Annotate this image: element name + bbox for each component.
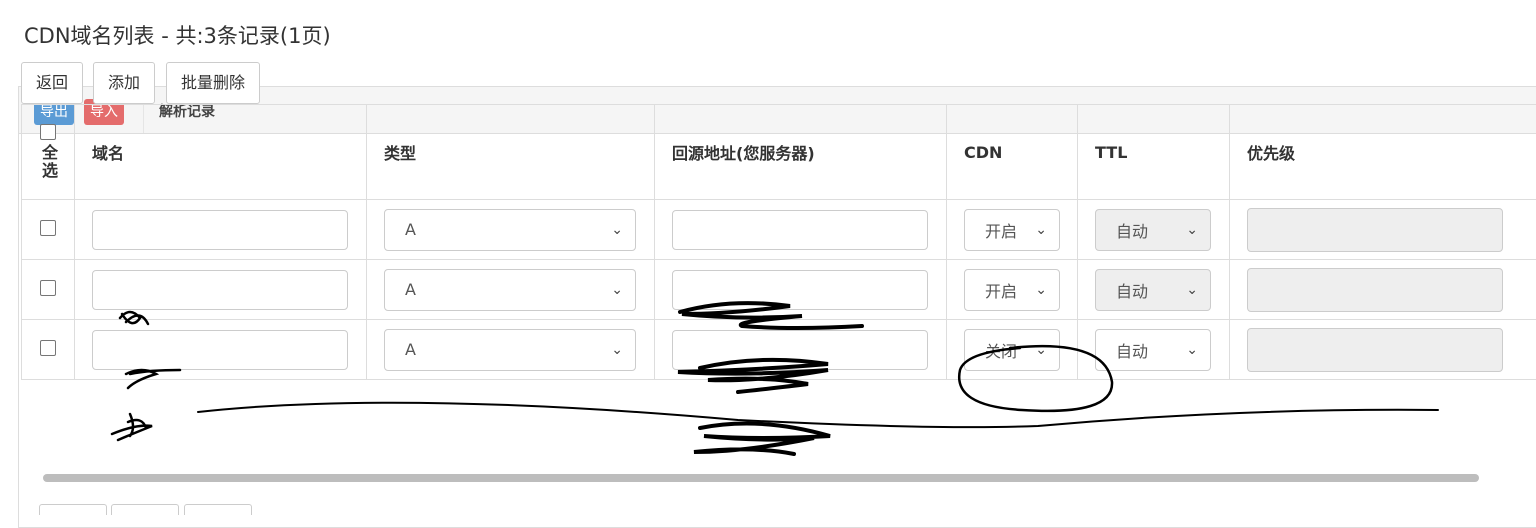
chevron-down-icon: ⌄ (1186, 282, 1198, 298)
row-checkbox[interactable] (40, 220, 56, 236)
cdn-select-value: 开启 (985, 278, 1017, 302)
select-all-header: 全选 (22, 105, 75, 200)
row-checkbox[interactable] (40, 280, 56, 296)
column-header-origin: 回源地址(您服务器) (655, 105, 947, 200)
domain-input[interactable] (92, 270, 348, 310)
chevron-down-icon: ⌄ (1186, 342, 1198, 358)
column-header-type: 类型 (367, 105, 655, 200)
type-select[interactable]: A⌄ (384, 329, 636, 371)
chevron-down-icon: ⌄ (611, 282, 623, 298)
domain-input[interactable] (92, 210, 348, 250)
chevron-down-icon: ⌄ (1186, 222, 1198, 238)
priority-input (1247, 208, 1503, 252)
select-all-checkbox[interactable] (40, 124, 56, 140)
ttl-select: 自动 ⌄ (1095, 209, 1211, 251)
chevron-down-icon: ⌄ (1035, 342, 1047, 358)
records-table: 全选 域名 类型 回源地址(您服务器) CDN TTL 优先级 A⌄ 开启⌄ 自… (21, 104, 1536, 380)
chevron-down-icon: ⌄ (1035, 282, 1047, 298)
ttl-select[interactable]: 自动 ⌄ (1095, 329, 1211, 371)
priority-input (1247, 328, 1503, 372)
cdn-select-value: 开启 (985, 218, 1017, 242)
origin-input[interactable] (672, 210, 928, 250)
ttl-select-value: 自动 (1116, 338, 1148, 362)
priority-input (1247, 268, 1503, 312)
column-header-ttl: TTL (1078, 105, 1230, 200)
type-select-value: A (405, 340, 416, 359)
page-title: CDN域名列表 - 共:3条记录(1页) (24, 20, 331, 50)
domain-input[interactable] (92, 330, 348, 370)
horizontal-scrollbar[interactable] (43, 474, 1479, 482)
ttl-select: 自动 ⌄ (1095, 269, 1211, 311)
cdn-select-value: 关闭 (985, 338, 1017, 362)
type-select-value: A (405, 280, 416, 299)
type-select[interactable]: A⌄ (384, 209, 636, 251)
table-row: A⌄ 关闭⌄ 自动⌄ (22, 320, 1536, 380)
add-button[interactable]: 添加 (93, 62, 155, 104)
origin-input[interactable] (672, 330, 928, 370)
column-header-domain: 域名 (75, 105, 367, 200)
column-header-cdn: CDN (947, 105, 1078, 200)
column-header-priority: 优先级 (1230, 105, 1536, 200)
table-row: A⌄ 开启⌄ 自动⌄ (22, 260, 1536, 320)
select-all-label: 全选 (36, 144, 60, 180)
cdn-select[interactable]: 开启 ⌄ (964, 209, 1060, 251)
batch-delete-button[interactable]: 批量删除 (166, 62, 260, 104)
origin-input[interactable] (672, 270, 928, 310)
row-checkbox[interactable] (40, 340, 56, 356)
cdn-select[interactable]: 开启 ⌄ (964, 269, 1060, 311)
chevron-down-icon: ⌄ (1035, 222, 1047, 238)
ttl-select-value: 自动 (1116, 218, 1148, 242)
chevron-down-icon: ⌄ (611, 222, 623, 238)
chevron-down-icon: ⌄ (611, 342, 623, 358)
cdn-select[interactable]: 关闭 ⌄ (964, 329, 1060, 371)
ttl-select-value: 自动 (1116, 278, 1148, 302)
table-row: A⌄ 开启⌄ 自动⌄ (22, 200, 1536, 260)
table-header-row: 全选 域名 类型 回源地址(您服务器) CDN TTL 优先级 (22, 105, 1536, 200)
type-select[interactable]: A⌄ (384, 269, 636, 311)
back-button[interactable]: 返回 (21, 62, 83, 104)
type-select-value: A (405, 220, 416, 239)
